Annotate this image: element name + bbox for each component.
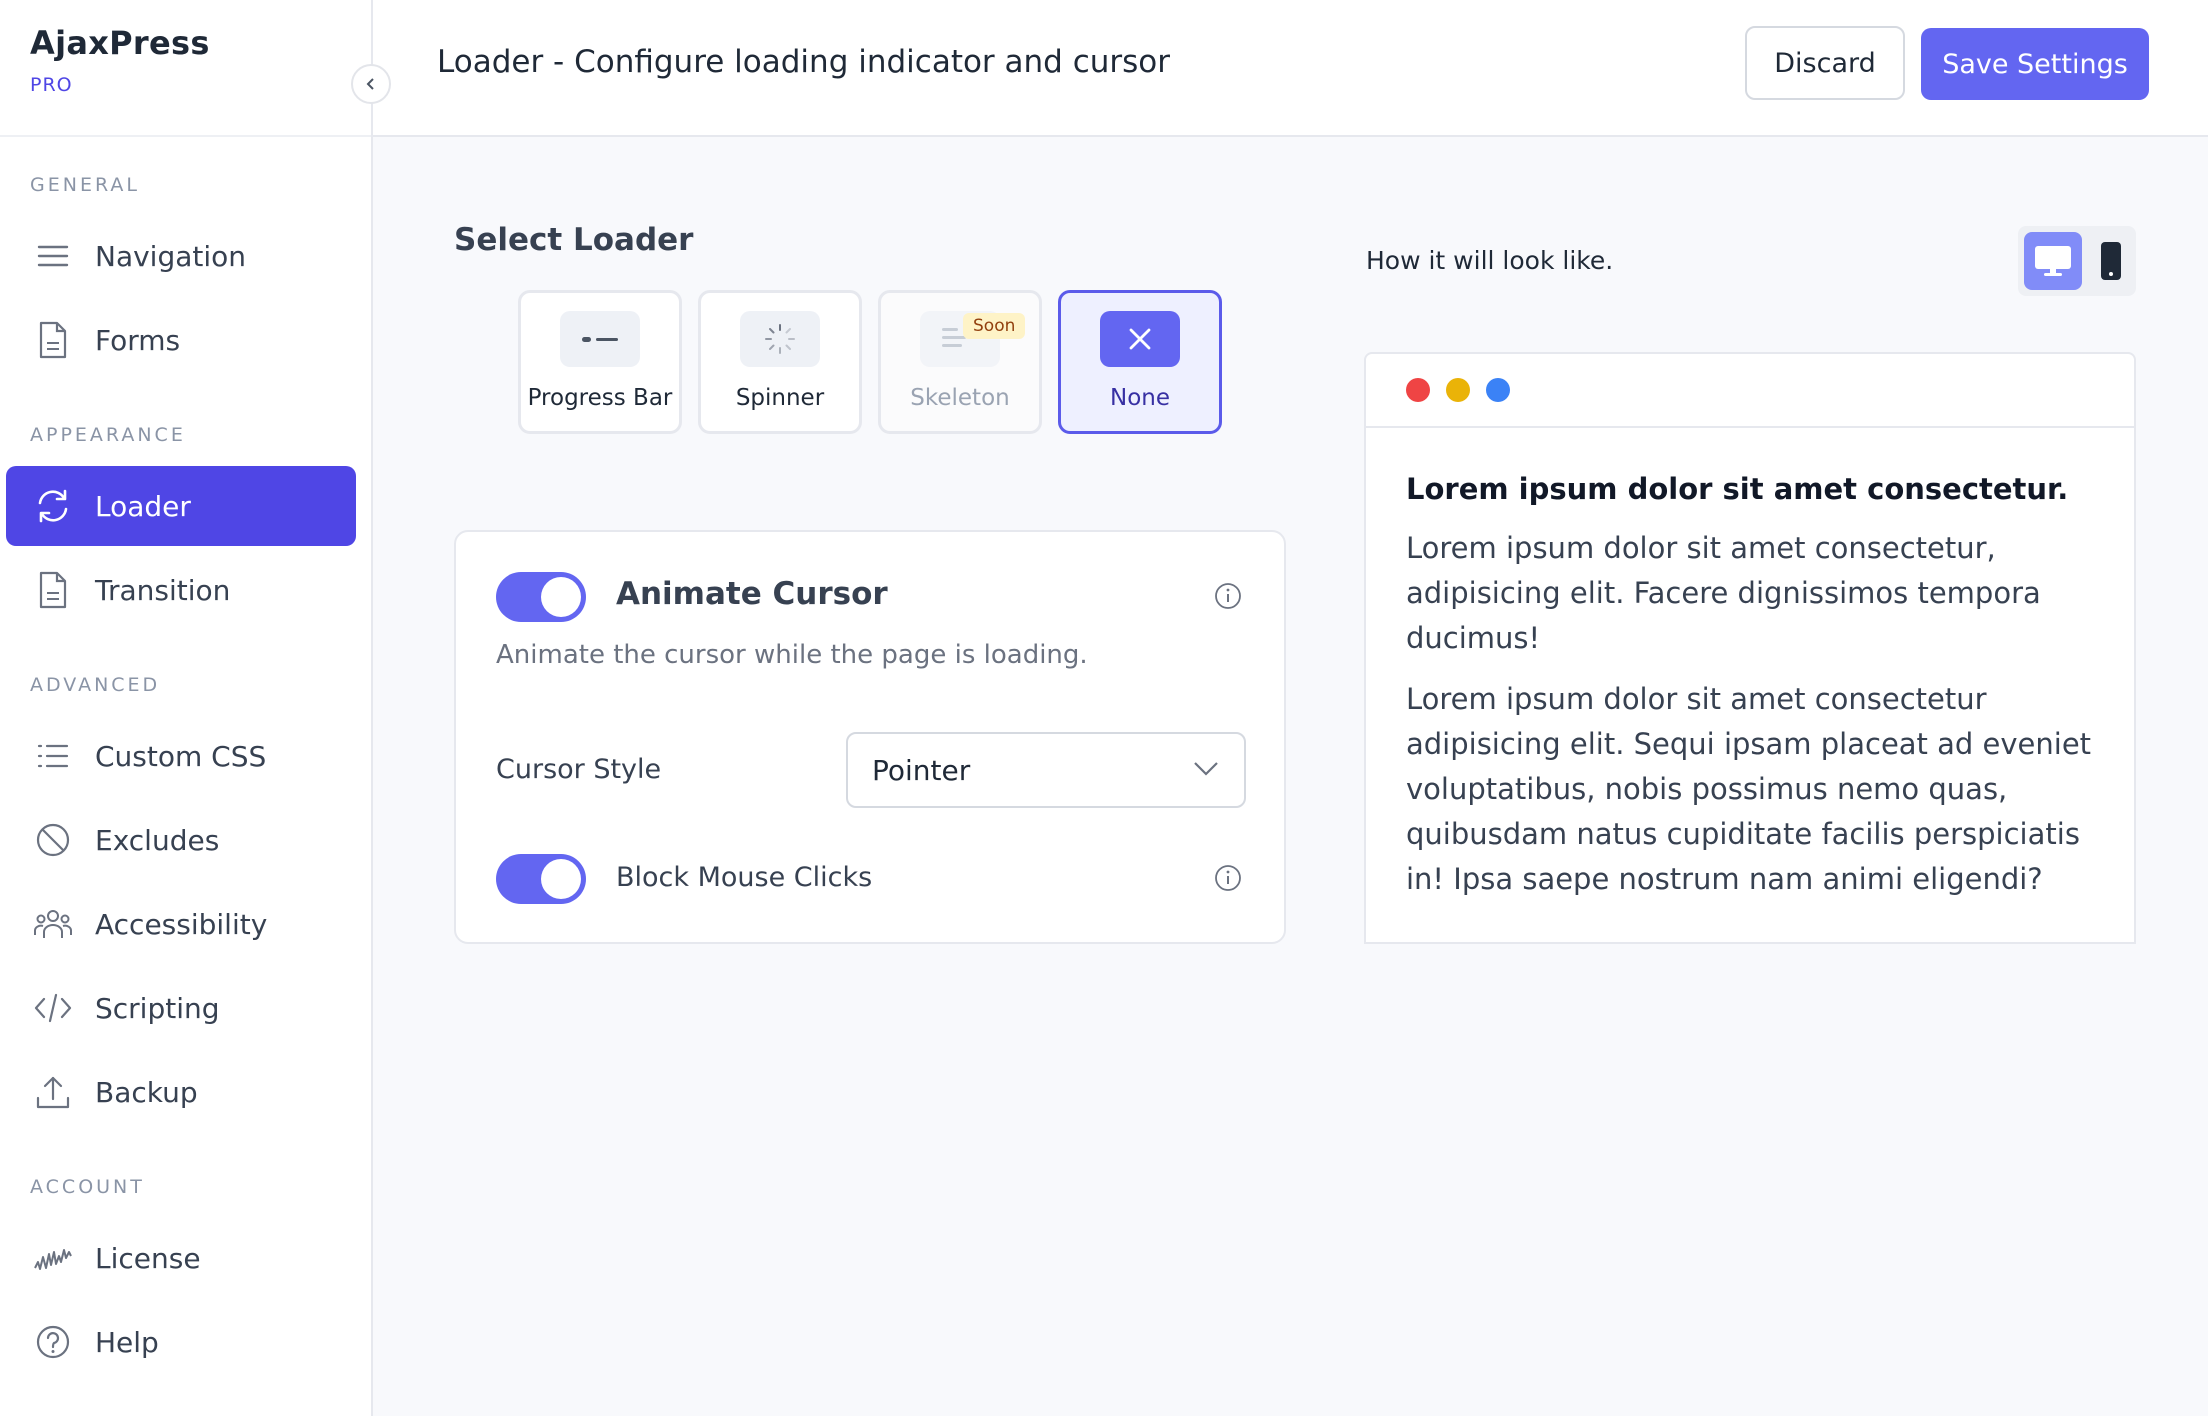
preview-paragraph: Lorem ipsum dolor sit amet consectetur, … bbox=[1406, 531, 2041, 655]
chevron-left-icon bbox=[366, 78, 374, 90]
cursor-settings-card: Animate Cursor Animate the cursor while … bbox=[454, 530, 1286, 944]
animate-cursor-description: Animate the cursor while the page is loa… bbox=[496, 640, 1088, 670]
section-title-account: ACCOUNT bbox=[30, 1176, 145, 1198]
sidebar-item-label: License bbox=[95, 1241, 201, 1275]
ban-icon bbox=[33, 820, 73, 860]
save-settings-button[interactable]: Save Settings bbox=[1921, 28, 2149, 100]
section-title-advanced: ADVANCED bbox=[30, 674, 161, 696]
loader-option-none[interactable]: None bbox=[1058, 290, 1222, 434]
loader-option-skeleton: Soon Skeleton bbox=[878, 290, 1042, 434]
animate-cursor-title: Animate Cursor bbox=[616, 576, 888, 612]
header: Loader - Configure loading indicator and… bbox=[373, 0, 2208, 137]
toggle-knob bbox=[541, 577, 581, 617]
brand-name: AjaxPress bbox=[30, 24, 210, 62]
desktop-view-button[interactable] bbox=[2024, 232, 2082, 290]
toggle-knob bbox=[541, 859, 581, 899]
sidebar: AjaxPress PRO GENERAL Navigation Forms A… bbox=[0, 0, 391, 1416]
loader-option-label: Progress Bar bbox=[527, 385, 673, 411]
loader-option-progress-bar[interactable]: Progress Bar bbox=[518, 290, 682, 434]
block-mouse-clicks-toggle[interactable] bbox=[496, 854, 586, 904]
sidebar-item-loader[interactable]: Loader bbox=[6, 466, 356, 546]
sidebar-item-excludes[interactable]: Excludes bbox=[6, 800, 356, 880]
sidebar-item-label: Scripting bbox=[95, 991, 220, 1025]
preview-label: How it will look like. bbox=[1366, 246, 1614, 275]
sidebar-item-transition[interactable]: Transition bbox=[6, 550, 356, 630]
sidebar-item-label: Navigation bbox=[95, 239, 247, 273]
section-title-appearance: APPEARANCE bbox=[30, 424, 186, 446]
refresh-icon bbox=[33, 486, 73, 526]
help-icon bbox=[33, 1322, 73, 1362]
code-icon bbox=[33, 988, 73, 1028]
window-close-dot bbox=[1406, 378, 1430, 402]
sidebar-item-label: Forms bbox=[95, 323, 181, 357]
mobile-icon bbox=[2101, 242, 2121, 280]
list-icon bbox=[33, 736, 73, 776]
cursor-style-select[interactable]: Pointer bbox=[846, 732, 1246, 808]
users-icon bbox=[33, 904, 73, 944]
sidebar-item-backup[interactable]: Backup bbox=[6, 1052, 356, 1132]
sidebar-item-label: Excludes bbox=[95, 823, 220, 857]
signature-icon bbox=[33, 1238, 73, 1278]
discard-button[interactable]: Discard bbox=[1745, 26, 1905, 100]
info-icon[interactable] bbox=[1214, 864, 1242, 892]
browser-title-bar bbox=[1366, 354, 2134, 428]
device-toggle bbox=[2018, 226, 2136, 296]
sidebar-item-forms[interactable]: Forms bbox=[6, 300, 356, 380]
soon-badge: Soon bbox=[963, 313, 1026, 339]
sidebar-item-label: Accessibility bbox=[95, 907, 268, 941]
window-maximize-dot bbox=[1486, 378, 1510, 402]
block-mouse-clicks-label: Block Mouse Clicks bbox=[616, 862, 873, 893]
spinner-icon bbox=[740, 311, 820, 367]
sidebar-item-label: Transition bbox=[95, 573, 231, 607]
brand-tier-badge: PRO bbox=[30, 74, 73, 96]
close-icon bbox=[1100, 311, 1180, 367]
window-minimize-dot bbox=[1446, 378, 1470, 402]
progress-bar-icon bbox=[560, 311, 640, 367]
cursor-style-label: Cursor Style bbox=[496, 754, 662, 785]
sidebar-item-custom-css[interactable]: Custom CSS bbox=[6, 716, 356, 796]
sidebar-item-navigation[interactable]: Navigation bbox=[6, 216, 356, 296]
preview-browser-window: Lorem ipsum dolor sit amet consectetur. … bbox=[1364, 352, 2136, 944]
sidebar-item-help[interactable]: Help bbox=[6, 1302, 356, 1382]
loader-option-label: Skeleton bbox=[910, 385, 1010, 411]
brand: AjaxPress PRO bbox=[0, 0, 391, 137]
sidebar-item-label: Custom CSS bbox=[95, 739, 267, 773]
loader-option-label: Spinner bbox=[735, 385, 825, 411]
select-loader-title: Select Loader bbox=[454, 222, 694, 258]
mobile-view-button[interactable] bbox=[2092, 232, 2130, 290]
preview-content: Lorem ipsum dolor sit amet consectetur. … bbox=[1366, 428, 2134, 902]
sidebar-item-scripting[interactable]: Scripting bbox=[6, 968, 356, 1048]
document-icon bbox=[33, 570, 73, 610]
preview-heading: Lorem ipsum dolor sit amet consectetur. bbox=[1406, 472, 2069, 506]
section-title-general: GENERAL bbox=[30, 174, 140, 196]
menu-icon bbox=[33, 236, 73, 276]
preview-paragraph: Lorem ipsum dolor sit amet consectetur a… bbox=[1406, 682, 2092, 896]
collapse-sidebar-button[interactable] bbox=[351, 64, 391, 104]
sidebar-item-label: Help bbox=[95, 1325, 159, 1359]
chevron-down-icon bbox=[1194, 762, 1218, 776]
document-icon bbox=[33, 320, 73, 360]
loader-option-spinner[interactable]: Spinner bbox=[698, 290, 862, 434]
sidebar-item-license[interactable]: License bbox=[6, 1218, 356, 1298]
loader-option-label: None bbox=[1109, 385, 1170, 411]
sidebar-item-label: Loader bbox=[95, 489, 191, 523]
cursor-style-value: Pointer bbox=[872, 753, 971, 787]
desktop-icon bbox=[2035, 246, 2071, 276]
info-icon[interactable] bbox=[1214, 582, 1242, 610]
page-title: Loader - Configure loading indicator and… bbox=[437, 44, 1171, 80]
upload-icon bbox=[33, 1072, 73, 1112]
animate-cursor-toggle[interactable] bbox=[496, 572, 586, 622]
sidebar-item-label: Backup bbox=[95, 1075, 198, 1109]
sidebar-item-accessibility[interactable]: Accessibility bbox=[6, 884, 356, 964]
